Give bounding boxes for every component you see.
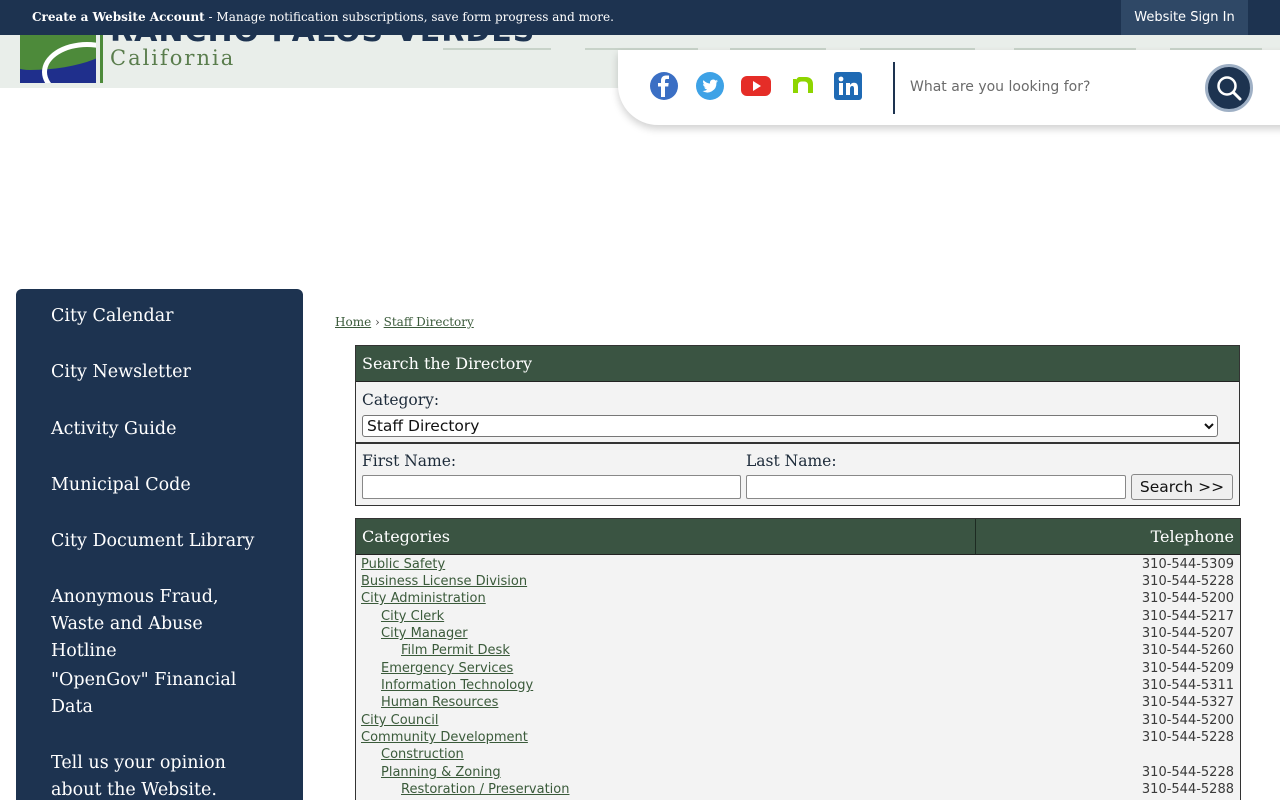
category-telephone: 310-544-5311 [1141,678,1234,693]
notification-message[interactable]: Create a Website Account - Manage notifi… [32,10,614,24]
category-link[interactable]: Public Safety [361,556,445,573]
first-name-label: First Name: [362,452,457,470]
category-telephone: 310-544-5200 [1141,591,1234,606]
category-link[interactable]: Planning & Zoning [381,764,501,781]
table-row: City Clerk 310-544-5217 [356,608,1240,625]
telephone-column-header: Telephone [1150,527,1234,546]
sidebar-item-opengov[interactable]: "OpenGov" Financial Data [51,667,271,721]
category-telephone: 310-544-5200 [1141,713,1234,728]
sidebar-item-document-library[interactable]: City Document Library [51,528,271,555]
header-column-divider [975,519,976,555]
table-row: Information Technology 310-544-5311 [356,677,1240,694]
table-row: Construction [356,746,1240,763]
nextdoor-icon[interactable] [787,70,819,102]
category-select[interactable]: Staff Directory [362,415,1218,437]
directory-search-panel: Search the Directory Category: Staff Dir… [355,345,1240,506]
table-row: Community Development 310-544-5228 [356,729,1240,746]
category-link[interactable]: City Manager [381,625,468,642]
sidebar-item-fraud-hotline[interactable]: Anonymous Fraud, Waste and Abuse Hotline [51,584,271,665]
quick-links-sidebar: City Calendar City Newsletter Activity G… [16,289,303,800]
category-telephone: 310-544-5207 [1141,626,1234,641]
create-account-link[interactable]: Create a Website Account [32,10,205,24]
linkedin-icon[interactable] [832,70,864,102]
category-telephone: 310-544-5217 [1141,609,1234,624]
category-telephone: 310-544-5228 [1141,574,1234,589]
category-link[interactable]: Information Technology [381,677,533,694]
category-telephone: 310-544-5260 [1141,643,1234,658]
category-link[interactable]: Film Permit Desk [401,642,510,659]
first-name-field[interactable] [362,475,741,499]
table-row: Planning & Zoning 310-544-5228 [356,764,1240,781]
directory-row-divider [356,442,1239,444]
table-row: Business License Division 310-544-5228 [356,573,1240,590]
directory-search-title: Search the Directory [356,346,1239,382]
table-row: Emergency Services 310-544-5209 [356,660,1240,677]
sidebar-item-city-newsletter[interactable]: City Newsletter [51,359,271,386]
category-link[interactable]: Business License Division [361,573,527,590]
breadcrumb: Home › Staff Directory [335,315,474,329]
category-link[interactable]: Emergency Services [381,660,513,677]
category-telephone: 310-544-5288 [1141,782,1234,797]
directory-search-button[interactable]: Search >> [1131,474,1233,500]
search-icon [1217,76,1242,101]
last-name-field[interactable] [746,475,1126,499]
category-label: Category: [362,391,440,409]
breadcrumb-home[interactable]: Home [335,315,371,329]
categories-table-header: Categories Telephone [356,519,1240,555]
twitter-icon[interactable] [694,70,726,102]
website-sign-in-button[interactable]: Website Sign In [1121,0,1248,35]
category-telephone: 310-544-5228 [1141,765,1234,780]
category-link[interactable]: City Administration [361,590,486,607]
table-row: Public Safety 310-544-5309 [356,556,1240,573]
facebook-icon[interactable] [648,70,680,102]
sidebar-item-municipal-code[interactable]: Municipal Code [51,472,271,499]
sidebar-item-website-opinion[interactable]: Tell us your opinion about the Website. [51,750,271,800]
site-search-input[interactable] [910,72,1190,102]
category-link[interactable]: Construction [381,746,464,763]
category-telephone: 310-544-5209 [1141,661,1234,676]
table-row: City Manager 310-544-5207 [356,625,1240,642]
table-row: Human Resources 310-544-5327 [356,694,1240,711]
table-row: Film Permit Desk 310-544-5260 [356,642,1240,659]
breadcrumb-staff-directory[interactable]: Staff Directory [384,315,474,329]
youtube-icon[interactable] [740,70,772,102]
breadcrumb-separator: › [375,315,380,329]
table-row: City Administration 310-544-5200 [356,590,1240,607]
category-link[interactable]: City Council [361,712,439,729]
site-search-button[interactable] [1205,64,1253,112]
category-link[interactable]: Restoration / Preservation [401,781,569,798]
categories-column-header: Categories [362,527,450,546]
category-link[interactable]: Community Development [361,729,528,746]
table-row: Restoration / Preservation 310-544-5288 [356,781,1240,798]
category-telephone: 310-544-5228 [1141,730,1234,745]
search-divider [893,62,895,114]
last-name-label: Last Name: [746,452,837,470]
sidebar-item-activity-guide[interactable]: Activity Guide [51,416,271,443]
sidebar-item-city-calendar[interactable]: City Calendar [51,303,271,330]
categories-table: Categories Telephone Public Safety 310-54… [355,518,1241,800]
category-telephone: 310-544-5309 [1141,557,1234,572]
category-link[interactable]: City Clerk [381,608,444,625]
category-link[interactable]: Human Resources [381,694,498,711]
notification-bar: Create a Website Account - Manage notifi… [0,0,1280,35]
notification-text: - Manage notification subscriptions, sav… [204,10,614,24]
category-telephone: 310-544-5327 [1141,695,1234,710]
table-row: City Council 310-544-5200 [356,712,1240,729]
